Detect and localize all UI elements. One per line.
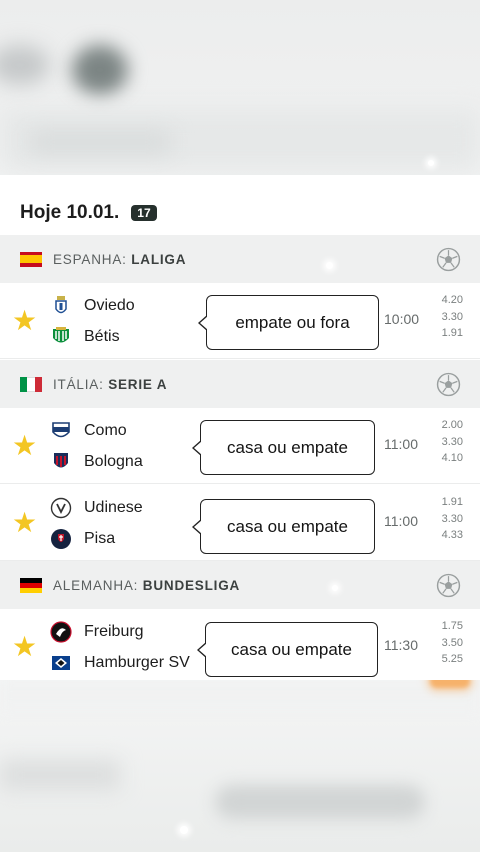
odds-column[interactable]: 2.00 3.30 4.10 bbox=[442, 417, 463, 467]
odd-home[interactable]: 1.91 bbox=[442, 494, 463, 511]
league-name: ESPANHA: LALIGA bbox=[53, 251, 187, 267]
odd-home[interactable]: 1.75 bbox=[442, 618, 463, 635]
away-team: Hamburger SV bbox=[50, 651, 190, 675]
odds-column[interactable]: 1.91 3.30 4.33 bbox=[442, 494, 463, 544]
home-team: Oviedo bbox=[50, 294, 135, 318]
soccer-ball-icon[interactable] bbox=[436, 573, 461, 598]
star-icon[interactable]: ★ bbox=[12, 633, 37, 661]
matches-panel: Hoje 10.01. 17 ESPANHA: LALIGA ★ Oviedo bbox=[0, 175, 480, 685]
date-label: Hoje 10.01. bbox=[20, 202, 120, 223]
odd-home[interactable]: 4.20 bbox=[442, 292, 463, 309]
oviedo-crest-icon bbox=[55, 296, 67, 314]
como-crest-icon bbox=[52, 422, 70, 438]
odd-away[interactable]: 1.91 bbox=[442, 325, 463, 342]
udinese-crest-icon bbox=[50, 497, 72, 519]
pisa-crest-icon bbox=[51, 529, 71, 549]
odd-away[interactable]: 5.25 bbox=[442, 651, 463, 668]
annotation-bubble: casa ou empate bbox=[192, 499, 375, 554]
match-time: 10:00 bbox=[384, 311, 420, 327]
match-time: 11:00 bbox=[384, 513, 418, 529]
away-team: Bologna bbox=[50, 450, 143, 474]
away-team: Bétis bbox=[50, 325, 120, 349]
match-time: 11:00 bbox=[384, 436, 418, 452]
league-name: ALEMANHA: BUNDESLIGA bbox=[53, 577, 241, 593]
away-team: Pisa bbox=[50, 527, 115, 551]
star-icon[interactable]: ★ bbox=[12, 432, 37, 460]
match-count-badge: 17 bbox=[131, 205, 157, 221]
league-header-laliga[interactable]: ESPANHA: LALIGA bbox=[0, 235, 480, 283]
odd-draw[interactable]: 3.30 bbox=[442, 434, 463, 451]
league-header-bundesliga[interactable]: ALEMANHA: BUNDESLIGA bbox=[0, 561, 480, 609]
annotation-bubble: casa ou empate bbox=[197, 622, 378, 677]
odd-away[interactable]: 4.33 bbox=[442, 527, 463, 544]
home-team: Freiburg bbox=[50, 620, 144, 644]
odds-column[interactable]: 4.20 3.30 1.91 bbox=[442, 292, 463, 342]
odd-draw[interactable]: 3.30 bbox=[442, 511, 463, 528]
sparkle bbox=[332, 585, 338, 591]
odd-draw[interactable]: 3.50 bbox=[442, 635, 463, 652]
star-icon[interactable]: ★ bbox=[12, 307, 37, 335]
odd-draw[interactable]: 3.30 bbox=[442, 309, 463, 326]
odd-away[interactable]: 4.10 bbox=[442, 450, 463, 467]
sparkle bbox=[326, 262, 333, 269]
blurred-header bbox=[0, 0, 480, 175]
freiburg-crest-icon bbox=[50, 621, 72, 643]
match-row[interactable]: ★ Como Bologna casa ou empate 11:00 2.00… bbox=[0, 408, 480, 484]
soccer-ball-icon[interactable] bbox=[436, 247, 461, 272]
home-team: Udinese bbox=[50, 496, 143, 520]
blurred-footer bbox=[0, 680, 480, 852]
odd-home[interactable]: 2.00 bbox=[442, 417, 463, 434]
home-team: Como bbox=[50, 419, 127, 443]
date-header: Hoje 10.01. 17 bbox=[20, 202, 157, 224]
soccer-ball-icon[interactable] bbox=[436, 372, 461, 397]
match-row[interactable]: ★ Oviedo Bétis empate ou fora 10:00 4.20… bbox=[0, 283, 480, 359]
betis-crest-icon bbox=[53, 327, 69, 343]
match-time: 11:30 bbox=[384, 637, 418, 653]
annotation-bubble: casa ou empate bbox=[192, 420, 375, 475]
annotation-bubble: empate ou fora bbox=[198, 295, 379, 350]
hamburger-sv-crest-icon bbox=[52, 656, 70, 670]
bologna-crest-icon bbox=[54, 453, 68, 468]
germany-flag-icon bbox=[20, 577, 42, 593]
match-row[interactable]: ★ Freiburg Hamburger SV casa ou empate 1… bbox=[0, 609, 480, 685]
spain-flag-icon bbox=[20, 251, 42, 267]
league-name: ITÁLIA: SERIE A bbox=[53, 376, 168, 392]
match-row[interactable]: ★ Udinese Pisa casa ou empate 11:00 1.91… bbox=[0, 485, 480, 561]
star-icon[interactable]: ★ bbox=[12, 509, 37, 537]
italy-flag-icon bbox=[20, 376, 42, 392]
odds-column[interactable]: 1.75 3.50 5.25 bbox=[442, 618, 463, 668]
league-header-serie-a[interactable]: ITÁLIA: SERIE A bbox=[0, 360, 480, 408]
